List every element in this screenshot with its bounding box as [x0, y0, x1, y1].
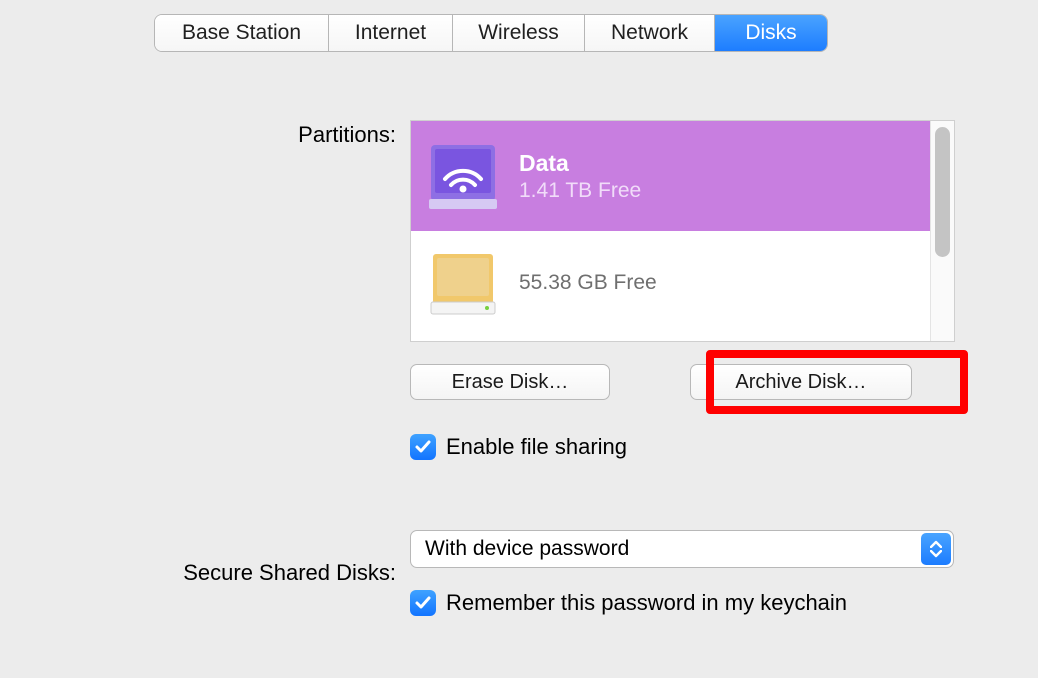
- file-sharing-checkbox[interactable]: [410, 434, 436, 460]
- partition-row-selected[interactable]: Data 1.41 TB Free: [411, 121, 930, 231]
- partition-free: 1.41 TB Free: [519, 179, 641, 203]
- partitions-label: Partitions:: [0, 120, 410, 150]
- scrollbar-thumb[interactable]: [935, 127, 950, 257]
- remember-keychain-checkbox[interactable]: [410, 590, 436, 616]
- checkmark-icon: [414, 438, 432, 456]
- partitions-list: Data 1.41 TB Free 55.38 GB F: [410, 120, 955, 342]
- tab-internet[interactable]: Internet: [329, 15, 453, 51]
- chevron-down-icon: [930, 550, 942, 558]
- partition-name: Data: [519, 150, 641, 177]
- tab-disks[interactable]: Disks: [715, 15, 827, 51]
- tab-wireless[interactable]: Wireless: [453, 15, 585, 51]
- select-stepper-icon: [921, 533, 951, 565]
- secure-shared-value: With device password: [411, 537, 629, 561]
- remember-keychain-label: Remember this password in my keychain: [446, 590, 847, 616]
- secure-shared-label: Secure Shared Disks:: [0, 558, 410, 588]
- tab-network[interactable]: Network: [585, 15, 715, 51]
- tabbar: Base Station Internet Wireless Network D…: [154, 14, 828, 52]
- partition-row[interactable]: 55.38 GB Free: [411, 231, 930, 335]
- secure-shared-select[interactable]: With device password: [410, 530, 954, 568]
- archive-disk-button[interactable]: Archive Disk…: [690, 364, 912, 400]
- wireless-disk-icon: [425, 139, 501, 213]
- external-disk-icon: [425, 246, 501, 320]
- checkmark-icon: [414, 594, 432, 612]
- file-sharing-label: Enable file sharing: [446, 434, 627, 460]
- partitions-scrollbar[interactable]: [930, 121, 954, 341]
- chevron-up-icon: [930, 540, 942, 548]
- erase-disk-button[interactable]: Erase Disk…: [410, 364, 610, 400]
- partition-free: 55.38 GB Free: [519, 271, 657, 295]
- tab-base-station[interactable]: Base Station: [155, 15, 329, 51]
